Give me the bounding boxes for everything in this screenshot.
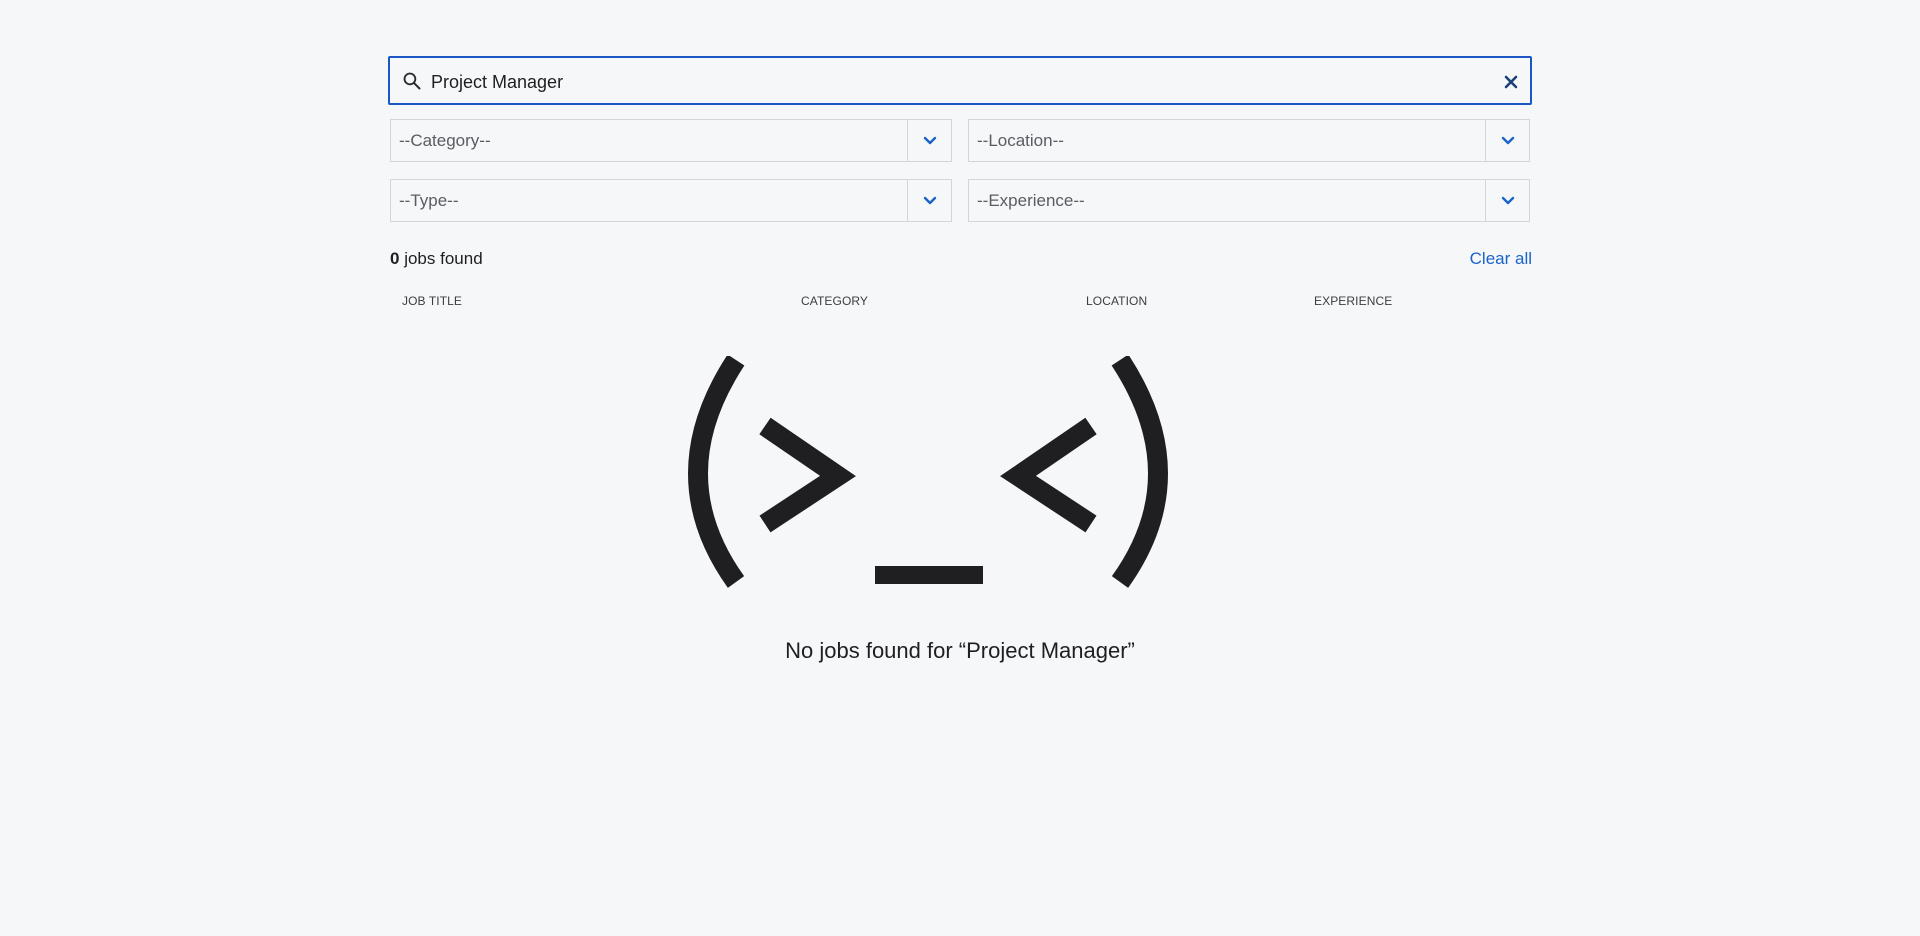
- column-header-category[interactable]: CATEGORY: [801, 294, 868, 308]
- close-icon[interactable]: [1504, 75, 1518, 89]
- experience-select-value: --Experience--: [977, 191, 1085, 210]
- category-select-value: --Category--: [399, 131, 491, 150]
- column-header-experience[interactable]: EXPERIENCE: [1314, 294, 1392, 308]
- clear-all-link[interactable]: Clear all: [1470, 249, 1532, 269]
- type-select[interactable]: --Type--: [390, 179, 952, 222]
- frustrated-face-icon: [688, 356, 1168, 588]
- results-summary: 0 jobs found Clear all: [390, 249, 1532, 273]
- chevron-down-icon[interactable]: [907, 120, 951, 161]
- results-count-label: jobs found: [399, 249, 483, 268]
- filter-grid: --Category-- --Location-- --Type-- --Exp…: [390, 119, 1532, 222]
- category-select[interactable]: --Category--: [390, 119, 952, 162]
- results-table-header: JOB TITLE CATEGORY LOCATION EXPERIENCE: [388, 294, 1532, 314]
- results-count: 0 jobs found: [390, 249, 483, 268]
- experience-select[interactable]: --Experience--: [968, 179, 1530, 222]
- location-select-value: --Location--: [977, 131, 1064, 150]
- chevron-down-icon[interactable]: [907, 180, 951, 221]
- search-icon: [403, 72, 421, 90]
- search-input[interactable]: [431, 70, 1471, 94]
- type-select-value: --Type--: [399, 191, 459, 210]
- location-select[interactable]: --Location--: [968, 119, 1530, 162]
- chevron-down-icon[interactable]: [1485, 120, 1529, 161]
- job-search-panel: --Category-- --Location-- --Type-- --Exp…: [388, 56, 1532, 663]
- column-header-job-title[interactable]: JOB TITLE: [402, 294, 462, 308]
- empty-state-message: No jobs found for “Project Manager”: [785, 638, 1135, 663]
- column-header-location[interactable]: LOCATION: [1086, 294, 1147, 308]
- chevron-down-icon[interactable]: [1485, 180, 1529, 221]
- search-bar: [388, 56, 1532, 105]
